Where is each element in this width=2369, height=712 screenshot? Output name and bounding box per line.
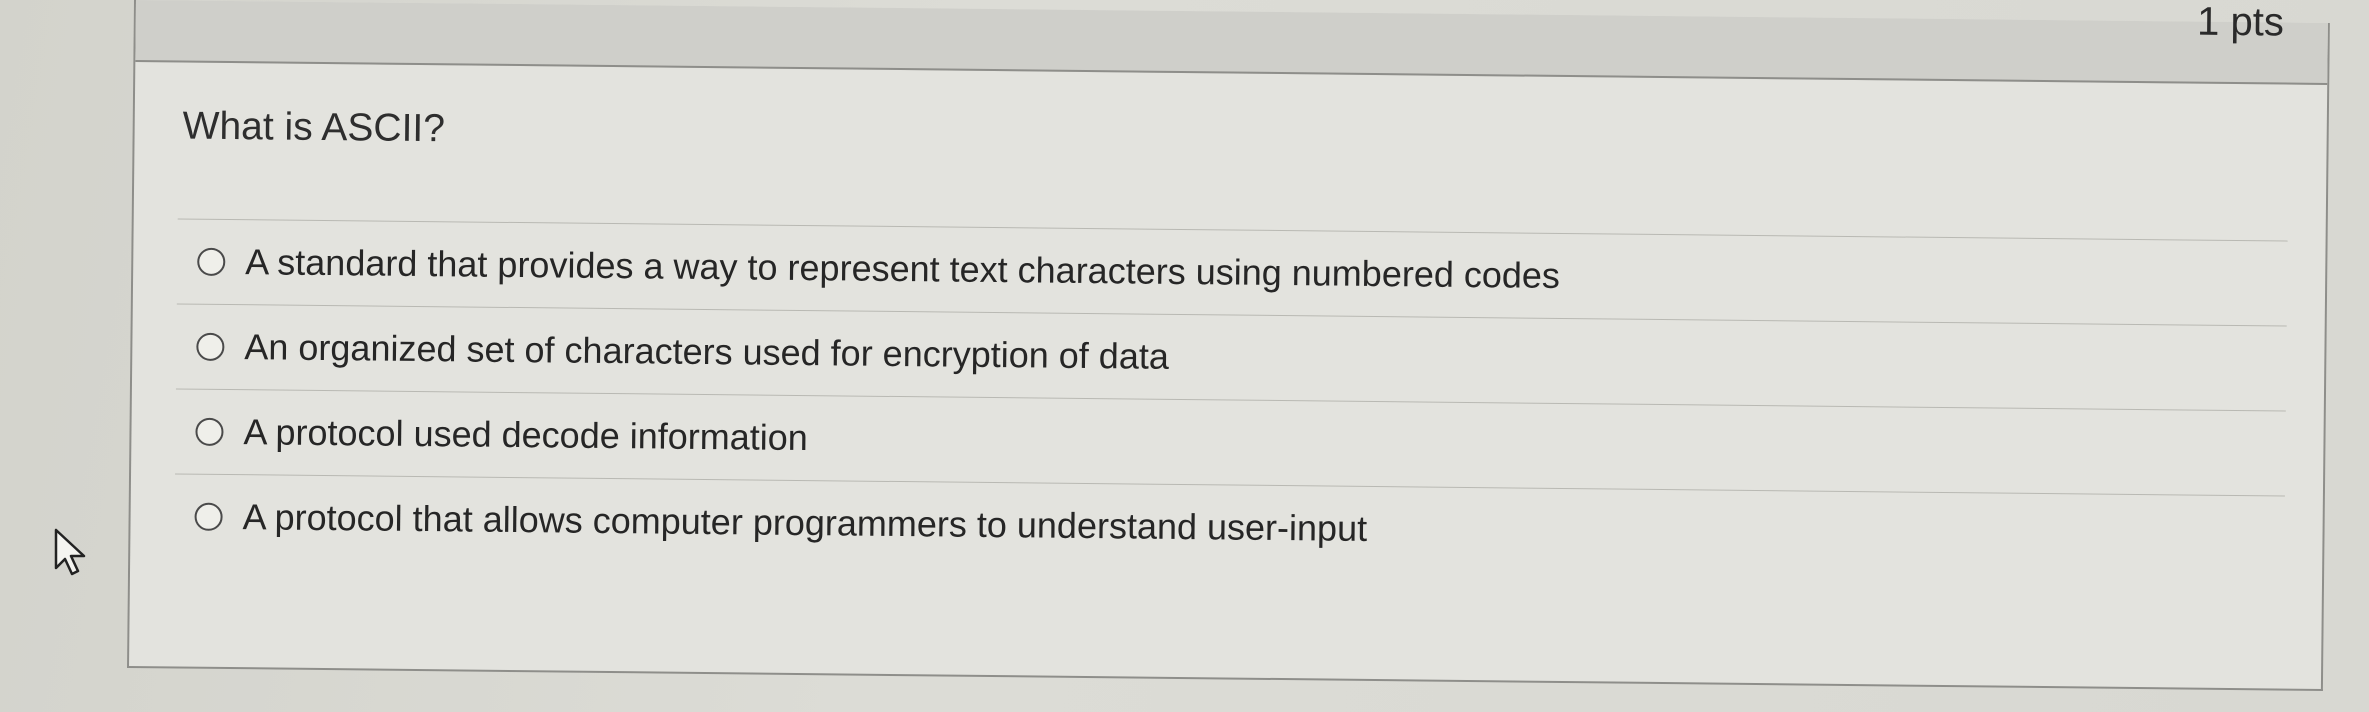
radio-button-icon[interactable] (195, 417, 224, 446)
radio-button-icon[interactable] (197, 247, 226, 276)
quiz-page: 1 pts What is ASCII? A standard that pro… (0, 0, 2369, 712)
answer-label: A protocol used decode information (243, 411, 809, 459)
question-header: 1 pts (135, 0, 2328, 85)
answer-label: An organized set of characters used for … (244, 326, 1170, 377)
answer-label: A protocol that allows computer programm… (242, 496, 1368, 549)
question-card: 1 pts What is ASCII? A standard that pro… (127, 0, 2330, 691)
points-label: 1 pts (2196, 0, 2285, 45)
answer-label: A standard that provides a way to repres… (245, 241, 1561, 296)
mouse-pointer-icon (54, 528, 86, 576)
answer-list: A standard that provides a way to repres… (174, 218, 2288, 581)
radio-button-icon[interactable] (194, 502, 223, 531)
radio-button-icon[interactable] (196, 332, 225, 361)
question-text: What is ASCII? (182, 104, 446, 151)
